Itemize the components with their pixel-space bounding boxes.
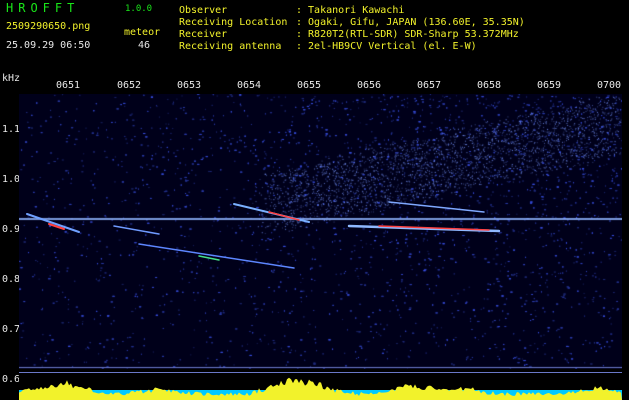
y-axis-unit: kHz <box>2 73 21 84</box>
freq-tick: 0.9 <box>2 224 21 235</box>
spectrogram-overlay <box>26 201 501 269</box>
app-title: HROFFT <box>6 1 80 15</box>
meteor-label: meteor <box>124 27 161 38</box>
time-tick: 0657 <box>417 80 442 91</box>
audio-level-graph <box>19 372 622 400</box>
time-tick: 0652 <box>117 80 142 91</box>
meteor-count: 46 <box>138 40 151 51</box>
spectrogram-plot <box>19 94 622 369</box>
timestamp: 25.09.29 06:50 <box>6 40 91 51</box>
echo-trace <box>388 201 485 213</box>
freq-tick: 0.7 <box>2 324 21 335</box>
app-version: 1.0.0 <box>125 4 153 14</box>
time-tick: 0700 <box>597 80 622 91</box>
time-tick: 0651 <box>56 80 81 91</box>
time-tick: 0655 <box>297 80 322 91</box>
echo-trace <box>138 243 295 269</box>
time-tick: 0654 <box>237 80 262 91</box>
freq-tick: 1.1 <box>2 124 21 135</box>
echo-trace <box>268 211 300 221</box>
antenna-value: : 2el-HB9CV Vertical (el. E-W) <box>296 41 477 52</box>
freq-tick: 0.6 <box>2 374 21 385</box>
time-tick: 0656 <box>357 80 382 91</box>
time-tick: 0659 <box>537 80 562 91</box>
file-name: 2509290650.png <box>6 21 91 32</box>
freq-tick: 1.0 <box>2 174 21 185</box>
echo-trace <box>26 213 80 233</box>
audio-top-line <box>19 372 622 373</box>
freq-tick: 0.8 <box>2 274 21 285</box>
audio-level-fill <box>19 377 622 400</box>
antenna-label: Receiving antenna <box>179 41 282 52</box>
echo-trace <box>113 225 160 235</box>
time-tick: 0658 <box>477 80 502 91</box>
time-tick: 0653 <box>177 80 202 91</box>
audio-level-band <box>19 370 622 400</box>
